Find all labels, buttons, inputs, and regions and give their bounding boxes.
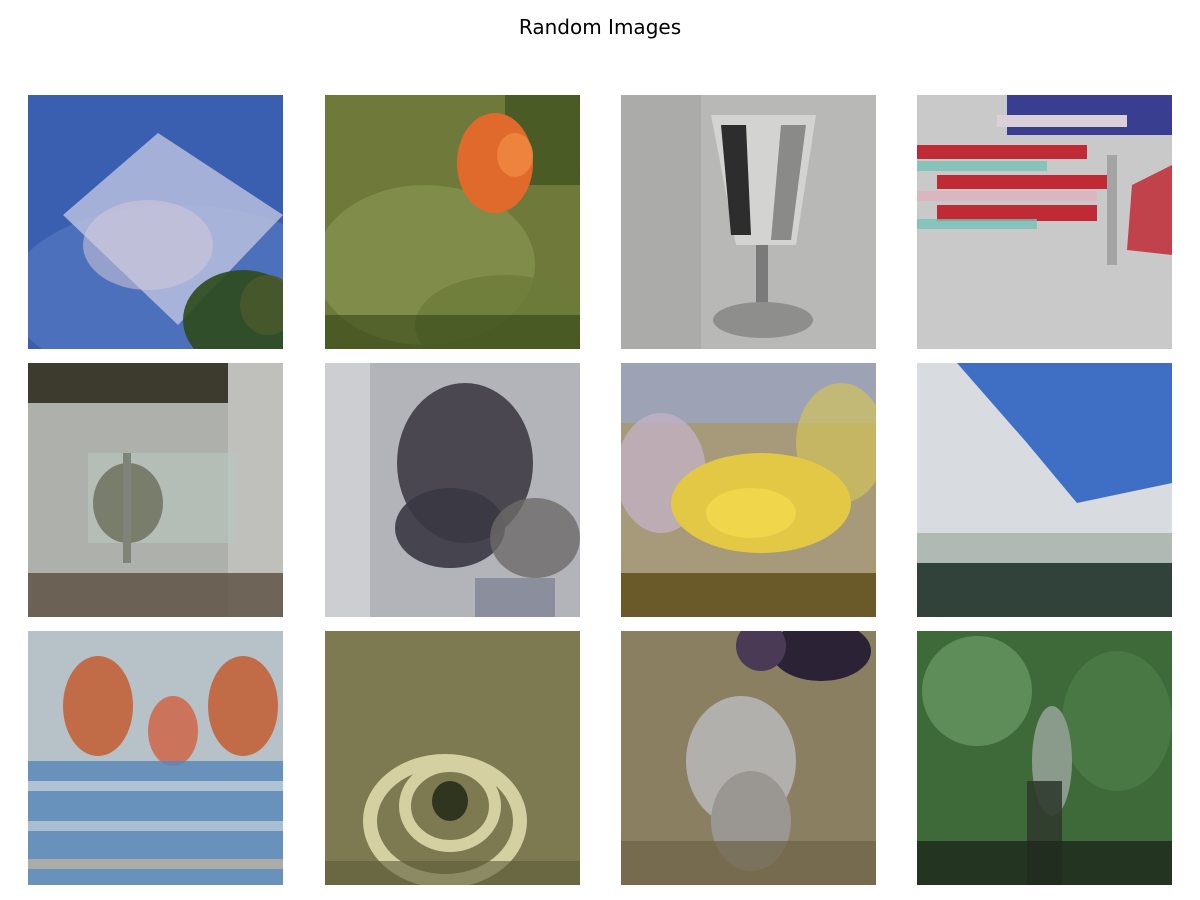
image-tile-10: [325, 631, 580, 885]
flag-image: [917, 95, 1172, 349]
image-tile-9: [28, 631, 283, 885]
image-tile-4: [917, 95, 1172, 349]
image-tile-12: [917, 631, 1172, 885]
image-tile-5: [28, 363, 283, 617]
snake-image: [325, 631, 580, 885]
yellow-flowers-image: [621, 363, 876, 617]
plant-image: [28, 363, 283, 617]
sky-image: [28, 95, 283, 349]
glass-image: [621, 95, 876, 349]
image-tile-7: [621, 363, 876, 617]
image-tile-8: [917, 363, 1172, 617]
faces-image: [28, 631, 283, 885]
flower-image: [325, 95, 580, 349]
image-tile-6: [325, 363, 580, 617]
sky-over-land-image: [917, 363, 1172, 617]
figure: Random Images: [0, 0, 1200, 900]
image-tile-3: [621, 95, 876, 349]
cat-image: [621, 631, 876, 885]
figure-title: Random Images: [518, 15, 682, 39]
image-tile-2: [325, 95, 580, 349]
image-tile-11: [621, 631, 876, 885]
image-tile-1: [28, 95, 283, 349]
animal-image: [325, 363, 580, 617]
foliage-image: [917, 631, 1172, 885]
